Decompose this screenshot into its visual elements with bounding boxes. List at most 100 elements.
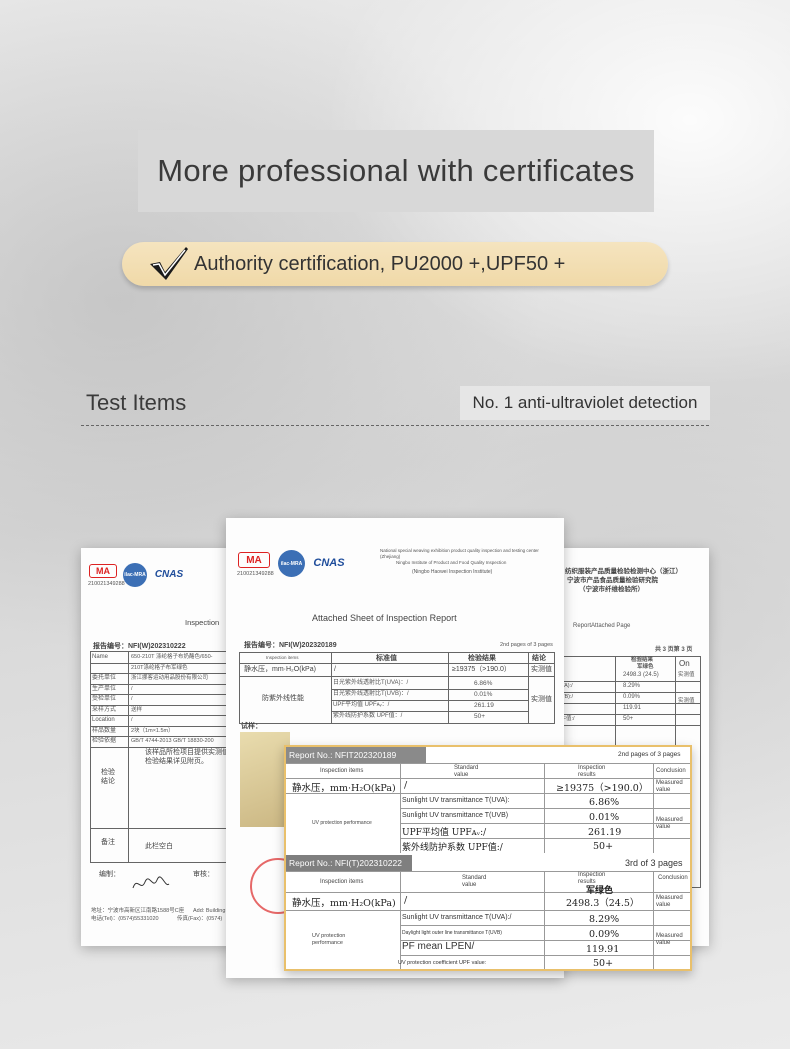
zoom-r2-item: 静水压，mm·H₂O(kPa) (292, 898, 396, 909)
right-col-result2: 军绿色 (637, 664, 654, 670)
left-row-value: / (131, 696, 133, 702)
mid-row1-result: ≥19375（>190.0） (452, 666, 511, 673)
left-row-label: 采样方式 (92, 706, 117, 713)
left-row-value: 650-210T 涤纶格子布奶酪色/650- (131, 654, 213, 660)
mid-sub-value: 6.86% (474, 680, 493, 687)
headline-banner: More professional with certificates (138, 130, 654, 212)
zoom-h-conclusion: Conclusion (656, 768, 686, 774)
zoom-r2-result: 2498.3（24.5） (566, 898, 640, 909)
mid-sub-value: 0.01% (474, 691, 493, 698)
zoom-h2-items: Inspection items (320, 879, 364, 885)
zoom-pages-2: 3rd of 3 pages (625, 858, 683, 868)
headline-text: More professional with certificates (157, 153, 635, 188)
left-row-value: 2块（1m×1.5m） (131, 727, 174, 734)
right-col-result: 检验结果 (631, 657, 654, 663)
mid-pages: 2nd pages of 3 pages (500, 642, 553, 648)
zoom-report-no-2: Report No.: NFI(T)202310222 (289, 858, 402, 868)
right-col-on: On (679, 659, 690, 668)
mid-row1-std: / (334, 666, 336, 673)
left-doc-title: Inspection (185, 618, 220, 627)
mid-row1-item: 静水压，mm·H₂O(kPa) (244, 666, 316, 673)
right-measured-1: 实测值 (678, 672, 695, 678)
zoom-w3: 119.91 (586, 944, 620, 955)
fabric-sample-image (240, 732, 290, 827)
zoom-r2-std: / (404, 895, 408, 906)
zoomed-test-table: Report No.: NFIT202320189 2nd pages of 3… (284, 745, 692, 971)
right-heading-1: 纺织服装产品质量检验检测中心（浙江） (565, 568, 682, 575)
mid-sub-item: 日光紫外线透射比T(UVA)：/ (333, 680, 409, 686)
detection-text: No. 1 anti-ultraviolet detection (472, 393, 698, 412)
zoom-s3: UPF平均值 UPFᴀᵥ:/ (402, 828, 487, 838)
left-row-label: 委托单位 (92, 675, 117, 681)
mid-report-no: 报告编号：NFI(W)202320189 (244, 642, 337, 649)
mid-doc-title: Attached Sheet of Inspection Report (312, 613, 457, 623)
ilac-logo: ilac-MRA (123, 563, 147, 587)
mid-col-items: Inspection items (266, 655, 299, 660)
ma-code: 210021349288 (237, 571, 274, 577)
left-row-label: Location (92, 717, 115, 723)
left-row-label: 生产单位 (92, 685, 117, 692)
zoom-h-results: Inspection results (578, 765, 606, 779)
right-value: 50+ (623, 716, 634, 722)
zoom-w1: 8.29% (589, 914, 620, 925)
zoom-report-bar-2: Report No.: NFI(T)202310222 (286, 855, 412, 871)
left-row-label: 检验依据 (92, 738, 117, 744)
zoom-report-no-1: Report No.: NFIT202320189 (289, 750, 397, 760)
mid-center-line-3: (Ningbo Haowei Inspection Institute) (412, 569, 493, 575)
zoom-h-items: Inspection items (320, 768, 364, 774)
left-row-value: GB/T 4744-2013 GB/T 18830-200 (131, 738, 214, 744)
right-heading-2: 宁波市产品食品质量检验研究院 (567, 577, 658, 584)
zoom-r1-result: ≥19375（>190.0） (556, 783, 649, 794)
left-address: 地址：宁波市高新区江南路1588号C座 (91, 908, 185, 914)
right-page: 共 3 页第 3 页 (655, 647, 693, 653)
left-row-value: 送样 (131, 706, 143, 713)
left-row-label: Name (92, 654, 109, 660)
left-compiler: 编制： (99, 871, 120, 878)
zoom-w2: 0.09% (589, 929, 620, 940)
right-value: 8.29% (623, 683, 641, 689)
authority-text: Authority certification, PU2000 +,UPF50 … (194, 252, 566, 275)
detection-label: No. 1 anti-ultraviolet detection (460, 386, 710, 420)
mid-center-line-1: National special weaving exhibition prod… (380, 548, 539, 559)
zoom-group-2: UV protection performance (312, 933, 346, 946)
mid-sub-value: 50+ (474, 713, 486, 720)
zoom-s4: 紫外线防护系数 UPF值:/ (402, 843, 503, 853)
dashed-divider (81, 425, 709, 426)
left-report-no: 报告编号：NFI(W)202310222 (93, 643, 186, 650)
mid-sample-label: 试样： (241, 723, 262, 730)
right-value: 2498.3 (24.5) (623, 672, 659, 678)
zoom-v4: 50+ (593, 841, 614, 852)
ma-code: 210021349288 (88, 581, 125, 587)
zoom-r2-conc: Measured value (656, 895, 683, 909)
zoom-v3: 261.19 (588, 827, 622, 838)
mid-group-conc: 实测值 (531, 696, 552, 703)
mid-group-label: 防紫外线性能 (262, 695, 304, 702)
zoom-s1: Sunlight UV transmittance T(UVA): (402, 797, 510, 804)
zoom-h2-standard: Standard value (462, 875, 487, 889)
right-measured-2: 实测值 (678, 698, 695, 704)
left-remarks-label: 备注 (101, 839, 115, 846)
zoom-r1-std: / (404, 780, 408, 791)
mid-center-line-2: Ningbo Institute of Product and Food Qua… (396, 560, 507, 565)
zoom-v2: 0.01% (589, 812, 620, 823)
ma-logo: MA (89, 564, 117, 578)
left-row-label: 样品数量 (92, 727, 117, 734)
right-subtitle: ReportAttached Page (573, 623, 631, 629)
zoom-t1: Sunlight UV transmittance T(UVA):/ (402, 914, 512, 921)
right-heading-3: （宁波市纤维检验所） (579, 586, 644, 593)
mid-col-conclusion: 结论 (532, 655, 546, 662)
mid-col-standard: 标准值 (376, 655, 397, 662)
left-row-value: 210T涤纶格子布军绿色 (131, 664, 188, 671)
left-row-value: / (131, 685, 133, 692)
cnas-logo: CNAS (313, 557, 345, 569)
zoom-h2-conclusion: Conclusion (658, 875, 688, 881)
mid-sub-item: 日光紫外线透射比T(UVB)：/ (333, 691, 409, 697)
zoom-w4: 50+ (593, 958, 614, 969)
zoom-g2-conc: Measured value (656, 933, 683, 947)
zoom-pages-1: 2nd pages of 3 pages (618, 751, 681, 758)
zoom-v1: 6.86% (589, 797, 620, 808)
certificate-left: MA 210021349288 ilac-MRA CNAS Inspection… (81, 548, 241, 946)
left-conclusion-label: 检验结论 (101, 769, 115, 786)
zoom-r1-conc: Measured value (656, 780, 683, 794)
section-title: Test Items (86, 390, 187, 415)
